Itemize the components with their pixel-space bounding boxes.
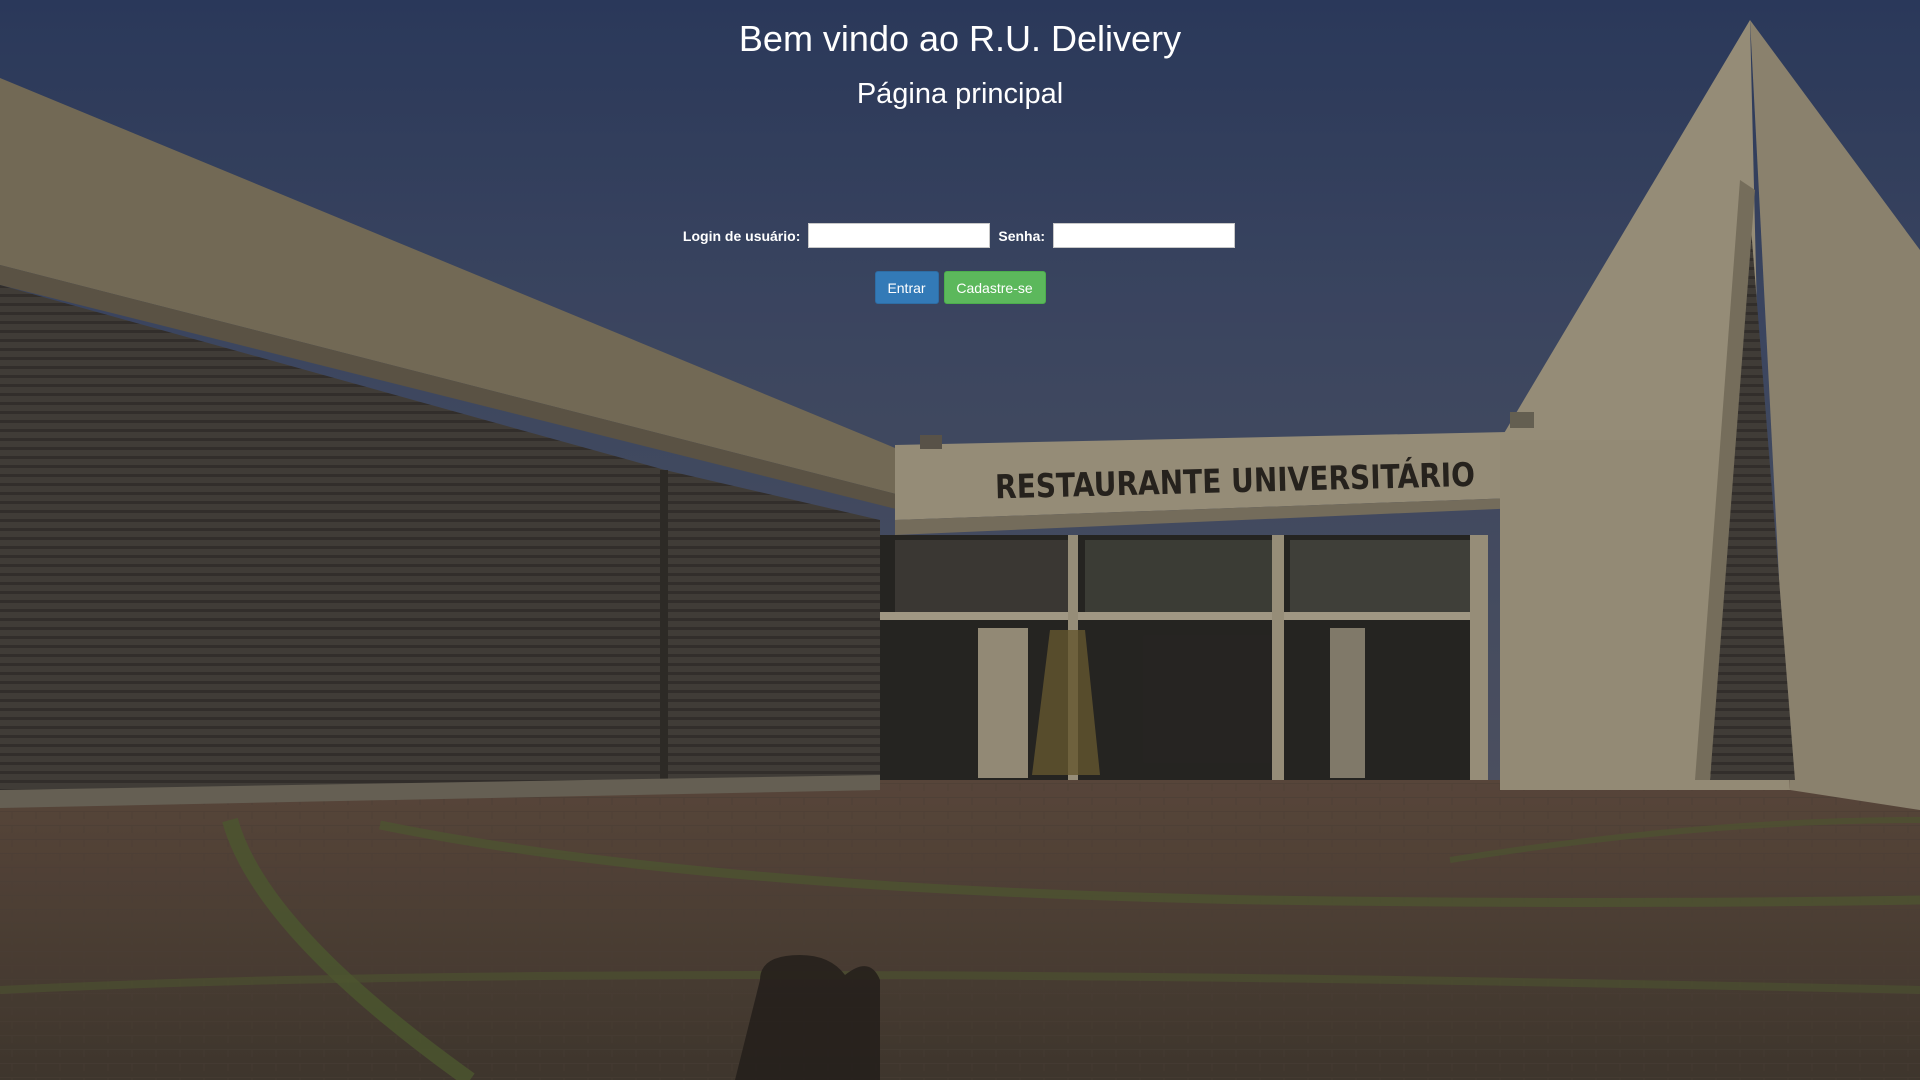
username-input[interactable] <box>808 223 991 248</box>
page-title: Bem vindo ao R.U. Delivery <box>738 18 1182 59</box>
page-subtitle: Página principal <box>856 78 1064 110</box>
page: RESTAURANTE UNIVERSITÁRIO Bem vindo ao R… <box>0 0 1920 1080</box>
login-button[interactable]: Entrar <box>874 271 939 304</box>
login-form: Login de usuário: Senha: <box>0 223 1920 248</box>
action-buttons: Entrar Cadastre-se <box>0 271 1920 304</box>
password-input[interactable] <box>1053 223 1236 248</box>
background-dim-overlay <box>0 0 1920 1080</box>
signup-button[interactable]: Cadastre-se <box>943 271 1046 304</box>
password-label: Senha: <box>998 227 1046 244</box>
username-label: Login de usuário: <box>682 227 801 244</box>
